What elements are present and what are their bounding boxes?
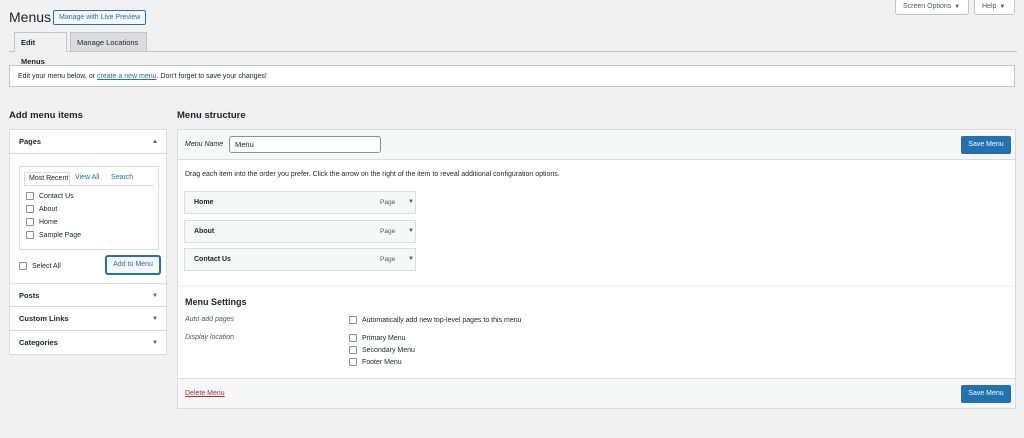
accordion-custom-links-label: Custom Links <box>19 314 69 323</box>
location-label: Primary Menu <box>362 335 406 342</box>
delete-menu-link[interactable]: Delete Menu <box>185 390 225 397</box>
screen-options-button[interactable]: Screen Options ▼ <box>895 0 969 15</box>
page-item-about[interactable]: About <box>26 205 57 215</box>
auto-add-pages-text: Automatically add new top-level pages to… <box>362 317 522 324</box>
select-all-label: Select All <box>32 262 61 270</box>
add-menu-items-heading: Add menu items <box>9 110 83 121</box>
subtab-most-recent[interactable]: Most Recent <box>24 172 70 186</box>
checkbox[interactable] <box>26 218 34 227</box>
location-label: Footer Menu <box>362 359 402 366</box>
auto-add-pages-label: Auto add pages <box>185 316 235 323</box>
menu-structure-panel: Menu Name Menu Save Menu Drag each item … <box>177 129 1016 409</box>
save-menu-button-bottom[interactable]: Save Menu <box>961 385 1011 403</box>
checkbox[interactable] <box>349 346 357 355</box>
caret-down-icon: ▼ <box>999 4 1006 10</box>
caret-down-icon[interactable]: ▼ <box>408 199 414 205</box>
subtab-view-all[interactable]: View All <box>75 172 99 186</box>
page-item-home[interactable]: Home <box>26 218 58 228</box>
menu-name-input[interactable]: Menu <box>229 136 381 153</box>
page-item-label: About <box>39 206 58 213</box>
tab-edit-menus[interactable]: Edit Menus <box>14 32 67 66</box>
page-item-label: Contact Us <box>39 193 74 200</box>
checkbox[interactable] <box>349 358 357 367</box>
checkbox[interactable] <box>26 205 34 214</box>
page-title: Menus <box>9 9 52 25</box>
checkbox[interactable] <box>19 262 27 270</box>
page-item-contact-us[interactable]: Contact Us <box>26 192 74 202</box>
menu-structure-heading: Menu structure <box>177 110 246 121</box>
create-new-menu-link[interactable]: create a new menu <box>97 73 157 80</box>
caret-up-icon: ▲ <box>152 139 158 145</box>
accordion-categories-label: Categories <box>19 338 58 347</box>
menu-item-about[interactable]: About Page ▼ <box>184 220 416 243</box>
caret-down-icon: ▼ <box>954 4 961 10</box>
notice-text-after: . Don't forget to save your changes! <box>156 73 267 80</box>
select-all-checkbox[interactable]: Select All <box>19 262 61 270</box>
checkbox[interactable] <box>26 231 34 240</box>
checkbox[interactable] <box>349 334 357 343</box>
menu-item-title: Contact Us <box>194 256 231 263</box>
location-secondary-menu[interactable]: Secondary Menu <box>349 346 415 356</box>
notice-text-before: Edit your menu below, or <box>18 73 97 80</box>
location-primary-menu[interactable]: Primary Menu <box>349 334 406 344</box>
display-location-label: Display location <box>185 334 235 341</box>
menu-item-title: About <box>194 228 215 235</box>
pages-list-box: Most Recent View All Search Contact Us A… <box>19 166 159 250</box>
caret-down-icon[interactable]: ▼ <box>408 256 414 262</box>
checkbox[interactable] <box>26 192 34 201</box>
auto-add-pages-option[interactable]: Automatically add new top-level pages to… <box>349 316 522 326</box>
menu-settings-title: Menu Settings <box>185 297 247 307</box>
menu-item-type: Page <box>380 199 396 206</box>
tabs-divider <box>9 51 1017 52</box>
settings-divider <box>178 286 1015 287</box>
help-button[interactable]: Help ▼ <box>974 0 1015 15</box>
caret-down-icon: ▼ <box>152 316 158 322</box>
menu-item-title: Home <box>194 199 214 206</box>
location-label: Secondary Menu <box>362 347 415 354</box>
help-label: Help <box>982 3 997 10</box>
page-item-sample-page[interactable]: Sample Page <box>26 231 81 241</box>
accordion-posts-label: Posts <box>19 291 40 300</box>
caret-down-icon: ▼ <box>152 293 158 299</box>
page-item-label: Sample Page <box>39 232 82 239</box>
notice-bar: Edit your menu below, or create a new me… <box>9 65 1015 87</box>
menu-item-home[interactable]: Home Page ▼ <box>184 191 416 214</box>
manage-live-preview-button[interactable]: Manage with Live Preview <box>53 10 147 25</box>
page-item-label: Home <box>39 219 58 226</box>
menu-header-bar: Menu Name Menu Save Menu <box>178 130 1015 160</box>
accordion-pages-label: Pages <box>19 137 42 146</box>
caret-down-icon: ▼ <box>152 340 158 346</box>
screen-options-label: Screen Options <box>903 3 952 10</box>
subtab-search[interactable]: Search <box>111 172 133 186</box>
menu-name-label: Menu Name <box>185 141 224 148</box>
menu-item-type: Page <box>380 256 396 263</box>
menu-item-contact-us[interactable]: Contact Us Page ▼ <box>184 248 416 271</box>
drag-instructions: Drag each item into the order you prefer… <box>185 171 560 178</box>
tab-manage-locations[interactable]: Manage Locations <box>70 32 147 52</box>
location-footer-menu[interactable]: Footer Menu <box>349 358 402 368</box>
add-to-menu-button[interactable]: Add to Menu <box>106 256 160 274</box>
add-menu-items-panel: Pages ▲ Most Recent View All Search Cont… <box>9 129 167 355</box>
menu-footer-bar: Delete Menu Save Menu <box>178 378 1015 408</box>
accordion-custom-links[interactable]: Custom Links ▼ <box>10 307 166 331</box>
caret-down-icon[interactable]: ▼ <box>408 228 414 234</box>
save-menu-button-top[interactable]: Save Menu <box>961 136 1011 154</box>
checkbox[interactable] <box>349 316 357 325</box>
accordion-posts[interactable]: Posts ▼ <box>10 283 166 307</box>
accordion-categories[interactable]: Categories ▼ <box>10 331 166 355</box>
accordion-pages[interactable]: Pages ▲ <box>10 130 166 154</box>
menu-item-type: Page <box>380 228 396 235</box>
subtabs-divider <box>24 185 154 186</box>
